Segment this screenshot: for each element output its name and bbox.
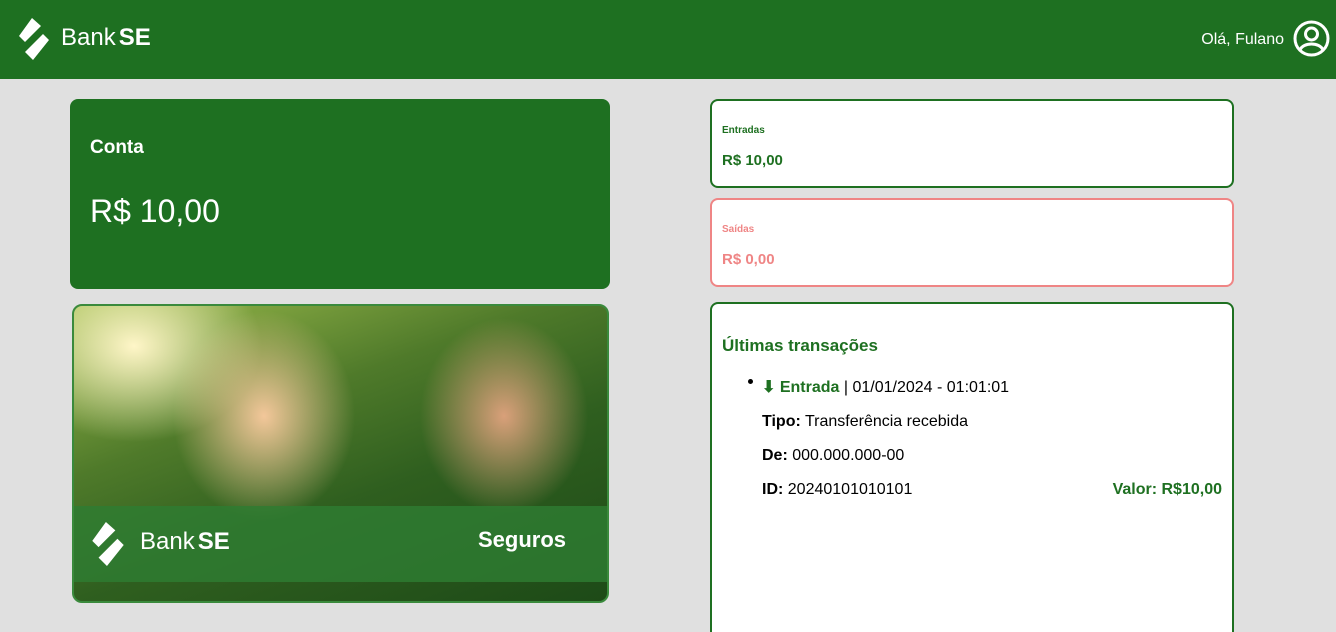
insurance-promo-banner[interactable]: Bank SE Seguros	[72, 304, 609, 603]
promo-tagline: Seguros	[478, 527, 567, 552]
account-balance: R$ 10,00	[90, 193, 220, 229]
user-greeting: Olá, Fulano	[1201, 31, 1284, 48]
de-label: De:	[762, 447, 788, 464]
transaction-value: Valor: R$10,00	[1112, 481, 1222, 498]
top-bar: Bank SE Olá, Fulano	[0, 0, 1336, 79]
arrow-down-icon: ⬇	[762, 379, 776, 396]
incoming-summary-card: Entradas R$ 10,00	[710, 99, 1234, 188]
transaction-id: ID: 20240101010101	[762, 480, 912, 500]
de-value: 000.000.000-00	[787, 447, 905, 464]
id-value: 20240101010101	[783, 481, 913, 498]
transaction-tipo: Tipo: Transferência recebida	[762, 412, 968, 432]
transaction-type: Entrada	[779, 379, 840, 396]
bank-se-logo-icon	[92, 522, 124, 566]
promo-brand-suffix: SE	[197, 528, 230, 555]
user-circle-icon[interactable]	[1293, 20, 1330, 57]
outgoing-value: R$ 0,00	[722, 251, 775, 268]
transaction-header[interactable]: ⬇ Entrada | 01/01/2024 - 01:01:01	[762, 378, 1009, 398]
transaction-datetime: | 01/01/2024 - 01:01:01	[839, 379, 1010, 396]
incoming-label: Entradas	[722, 125, 765, 136]
outgoing-label: Saídas	[722, 224, 755, 235]
recent-transactions-card: Últimas transações ⬇ Entrada | 01/01/202…	[710, 302, 1234, 632]
account-title: Conta	[90, 137, 144, 158]
incoming-value: R$ 10,00	[722, 152, 783, 169]
promo-brand-prefix: Bank	[140, 528, 195, 555]
account-card: Conta R$ 10,00	[70, 99, 610, 289]
brand-suffix: SE	[118, 24, 151, 51]
tipo-value: Transferência recebida	[800, 413, 969, 430]
bank-se-logo-icon[interactable]	[19, 18, 49, 60]
list-bullet	[748, 379, 753, 384]
outgoing-summary-card: Saídas R$ 0,00	[710, 198, 1234, 287]
transactions-title: Últimas transações	[722, 336, 878, 355]
tipo-label: Tipo:	[762, 413, 801, 430]
brand-name[interactable]: Bank SE	[61, 24, 151, 52]
promo-brand: Bank SE	[140, 528, 230, 556]
id-label: ID:	[762, 481, 784, 498]
transaction-de: De: 000.000.000-00	[762, 446, 904, 466]
brand-prefix: Bank	[61, 24, 116, 51]
